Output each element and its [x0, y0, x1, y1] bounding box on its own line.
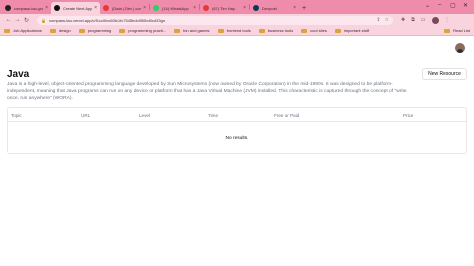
nextjs-icon [54, 5, 60, 11]
github-icon [5, 5, 11, 11]
bookmark-label: Read List [453, 28, 470, 33]
avatar[interactable] [455, 43, 465, 53]
lock-icon[interactable]: 🔒 [41, 18, 46, 23]
tab-4[interactable]: (67) Tim Hay × [200, 2, 249, 14]
folder-icon [174, 28, 181, 33]
new-resource-button[interactable]: New Resource [422, 68, 467, 80]
bookmark-label: frontend tools [226, 28, 251, 33]
minimize-icon[interactable]: – [438, 2, 441, 8]
column-header-time[interactable]: Time [208, 113, 218, 118]
folder-icon [4, 28, 10, 33]
folder-icon [49, 28, 56, 33]
browser-toolbar: ← → ↻ 🔒 compass-tau.vercel.app/c/f1cc0fc… [0, 14, 474, 26]
reload-icon[interactable]: ↻ [22, 17, 31, 24]
maximize-icon[interactable]: ▢ [450, 2, 456, 9]
menu-kebab-icon[interactable]: ⋮ [445, 17, 450, 23]
sidebar-icon[interactable]: ▭ [421, 17, 426, 23]
tab-1[interactable]: Create Next App × [51, 2, 100, 14]
tab-label: (Data | Dev | concept [112, 5, 142, 11]
extensions-icon[interactable]: ✚ [401, 17, 405, 23]
star-icon[interactable]: ☆ [385, 17, 389, 23]
forward-arrow-icon[interactable]: → [13, 17, 22, 23]
tab-label: Create Next App [63, 5, 93, 11]
page-description: Java is a high-level, object-oriented pr… [7, 82, 407, 101]
puzzle-icon[interactable]: ⧉ [411, 17, 415, 23]
tab-3[interactable]: (14) WhatsApp × [150, 2, 199, 14]
bookmark-label: programming practi... [128, 28, 167, 33]
whatsapp-icon [153, 5, 159, 11]
bookmark-item[interactable]: programming [78, 28, 112, 33]
close-icon[interactable]: × [293, 5, 296, 11]
bookmark-item[interactable]: Read List [444, 28, 470, 33]
folder-icon [217, 28, 224, 33]
chevron-down-icon[interactable]: ⌄ [425, 2, 430, 9]
tab-label: (67) Tim Hay [212, 5, 235, 11]
bookmark-item[interactable]: Job Applications [4, 28, 42, 33]
bookmark-label: fun and games [183, 28, 210, 33]
url-text: compass-tau.vercel.app/c/f1cc0fcc60fc1fc… [48, 17, 166, 23]
youtube-icon [103, 5, 109, 11]
youtube-icon [203, 5, 209, 11]
back-arrow-icon[interactable]: ← [4, 17, 13, 23]
tab-label: (14) WhatsApp [162, 5, 189, 11]
column-header-url[interactable]: URL [81, 113, 90, 118]
column-header-level[interactable]: Level [139, 113, 150, 118]
bookmark-item[interactable]: cool sites [301, 28, 327, 33]
folder-icon [334, 28, 341, 33]
tab-5[interactable]: Devpost × [250, 2, 299, 14]
column-header-topic[interactable]: Topic [11, 113, 22, 118]
folder-icon [444, 28, 451, 33]
tab-2[interactable]: (Data | Dev | concept × [100, 2, 149, 14]
bookmark-label: important stuff [343, 28, 370, 33]
share-icon[interactable]: ⇪ [376, 17, 380, 23]
new-tab-button[interactable]: + [299, 2, 309, 14]
folder-icon [119, 28, 126, 33]
table-header: Topic URL Level Time Free or Paid Price [8, 108, 466, 122]
bookmark-item[interactable]: important stuff [334, 28, 370, 33]
column-header-free-or-paid[interactable]: Free or Paid [274, 113, 299, 118]
tab-0[interactable]: compass-tau-grc × [2, 2, 51, 14]
column-header-price[interactable]: Price [403, 113, 413, 118]
empty-state-text: No results. [225, 136, 249, 141]
bookmark-item[interactable]: business tools [258, 28, 294, 33]
folder-icon [301, 28, 308, 33]
bookmark-item[interactable]: programming practi... [119, 28, 166, 33]
close-icon[interactable]: × [94, 5, 97, 11]
folder-icon [258, 28, 265, 33]
address-bar[interactable]: 🔒 compass-tau.vercel.app/c/f1cc0fcc60fc1… [37, 15, 393, 25]
browser-tab-strip: compass-tau-grc × Create Next App × (Dat… [0, 0, 474, 14]
bookmark-item[interactable]: frontend tools [217, 28, 251, 33]
tab-label: Devpost [262, 5, 277, 11]
close-window-icon[interactable]: ✕ [463, 2, 468, 9]
bookmark-label: cool sites [310, 28, 327, 33]
page-title: Java [7, 69, 30, 80]
bookmark-label: programming [87, 28, 112, 33]
bookmark-item[interactable]: fun and games [174, 28, 210, 33]
bookmarks-bar: Job Applications design programming prog… [0, 26, 474, 36]
bookmark-label: business tools [267, 28, 294, 33]
bookmark-item[interactable]: design [49, 28, 71, 33]
bookmark-label: design [58, 28, 71, 33]
close-icon[interactable]: × [243, 5, 246, 11]
resources-table: Topic URL Level Time Free or Paid Price … [7, 107, 467, 154]
tab-label: compass-tau-grc [14, 5, 44, 11]
close-icon[interactable]: × [193, 5, 196, 11]
folder-icon [78, 28, 85, 33]
profile-avatar[interactable] [431, 16, 439, 24]
bookmark-label: Job Applications [13, 28, 42, 33]
close-icon[interactable]: × [143, 5, 146, 11]
close-icon[interactable]: × [45, 5, 48, 11]
devpost-icon [253, 5, 259, 11]
